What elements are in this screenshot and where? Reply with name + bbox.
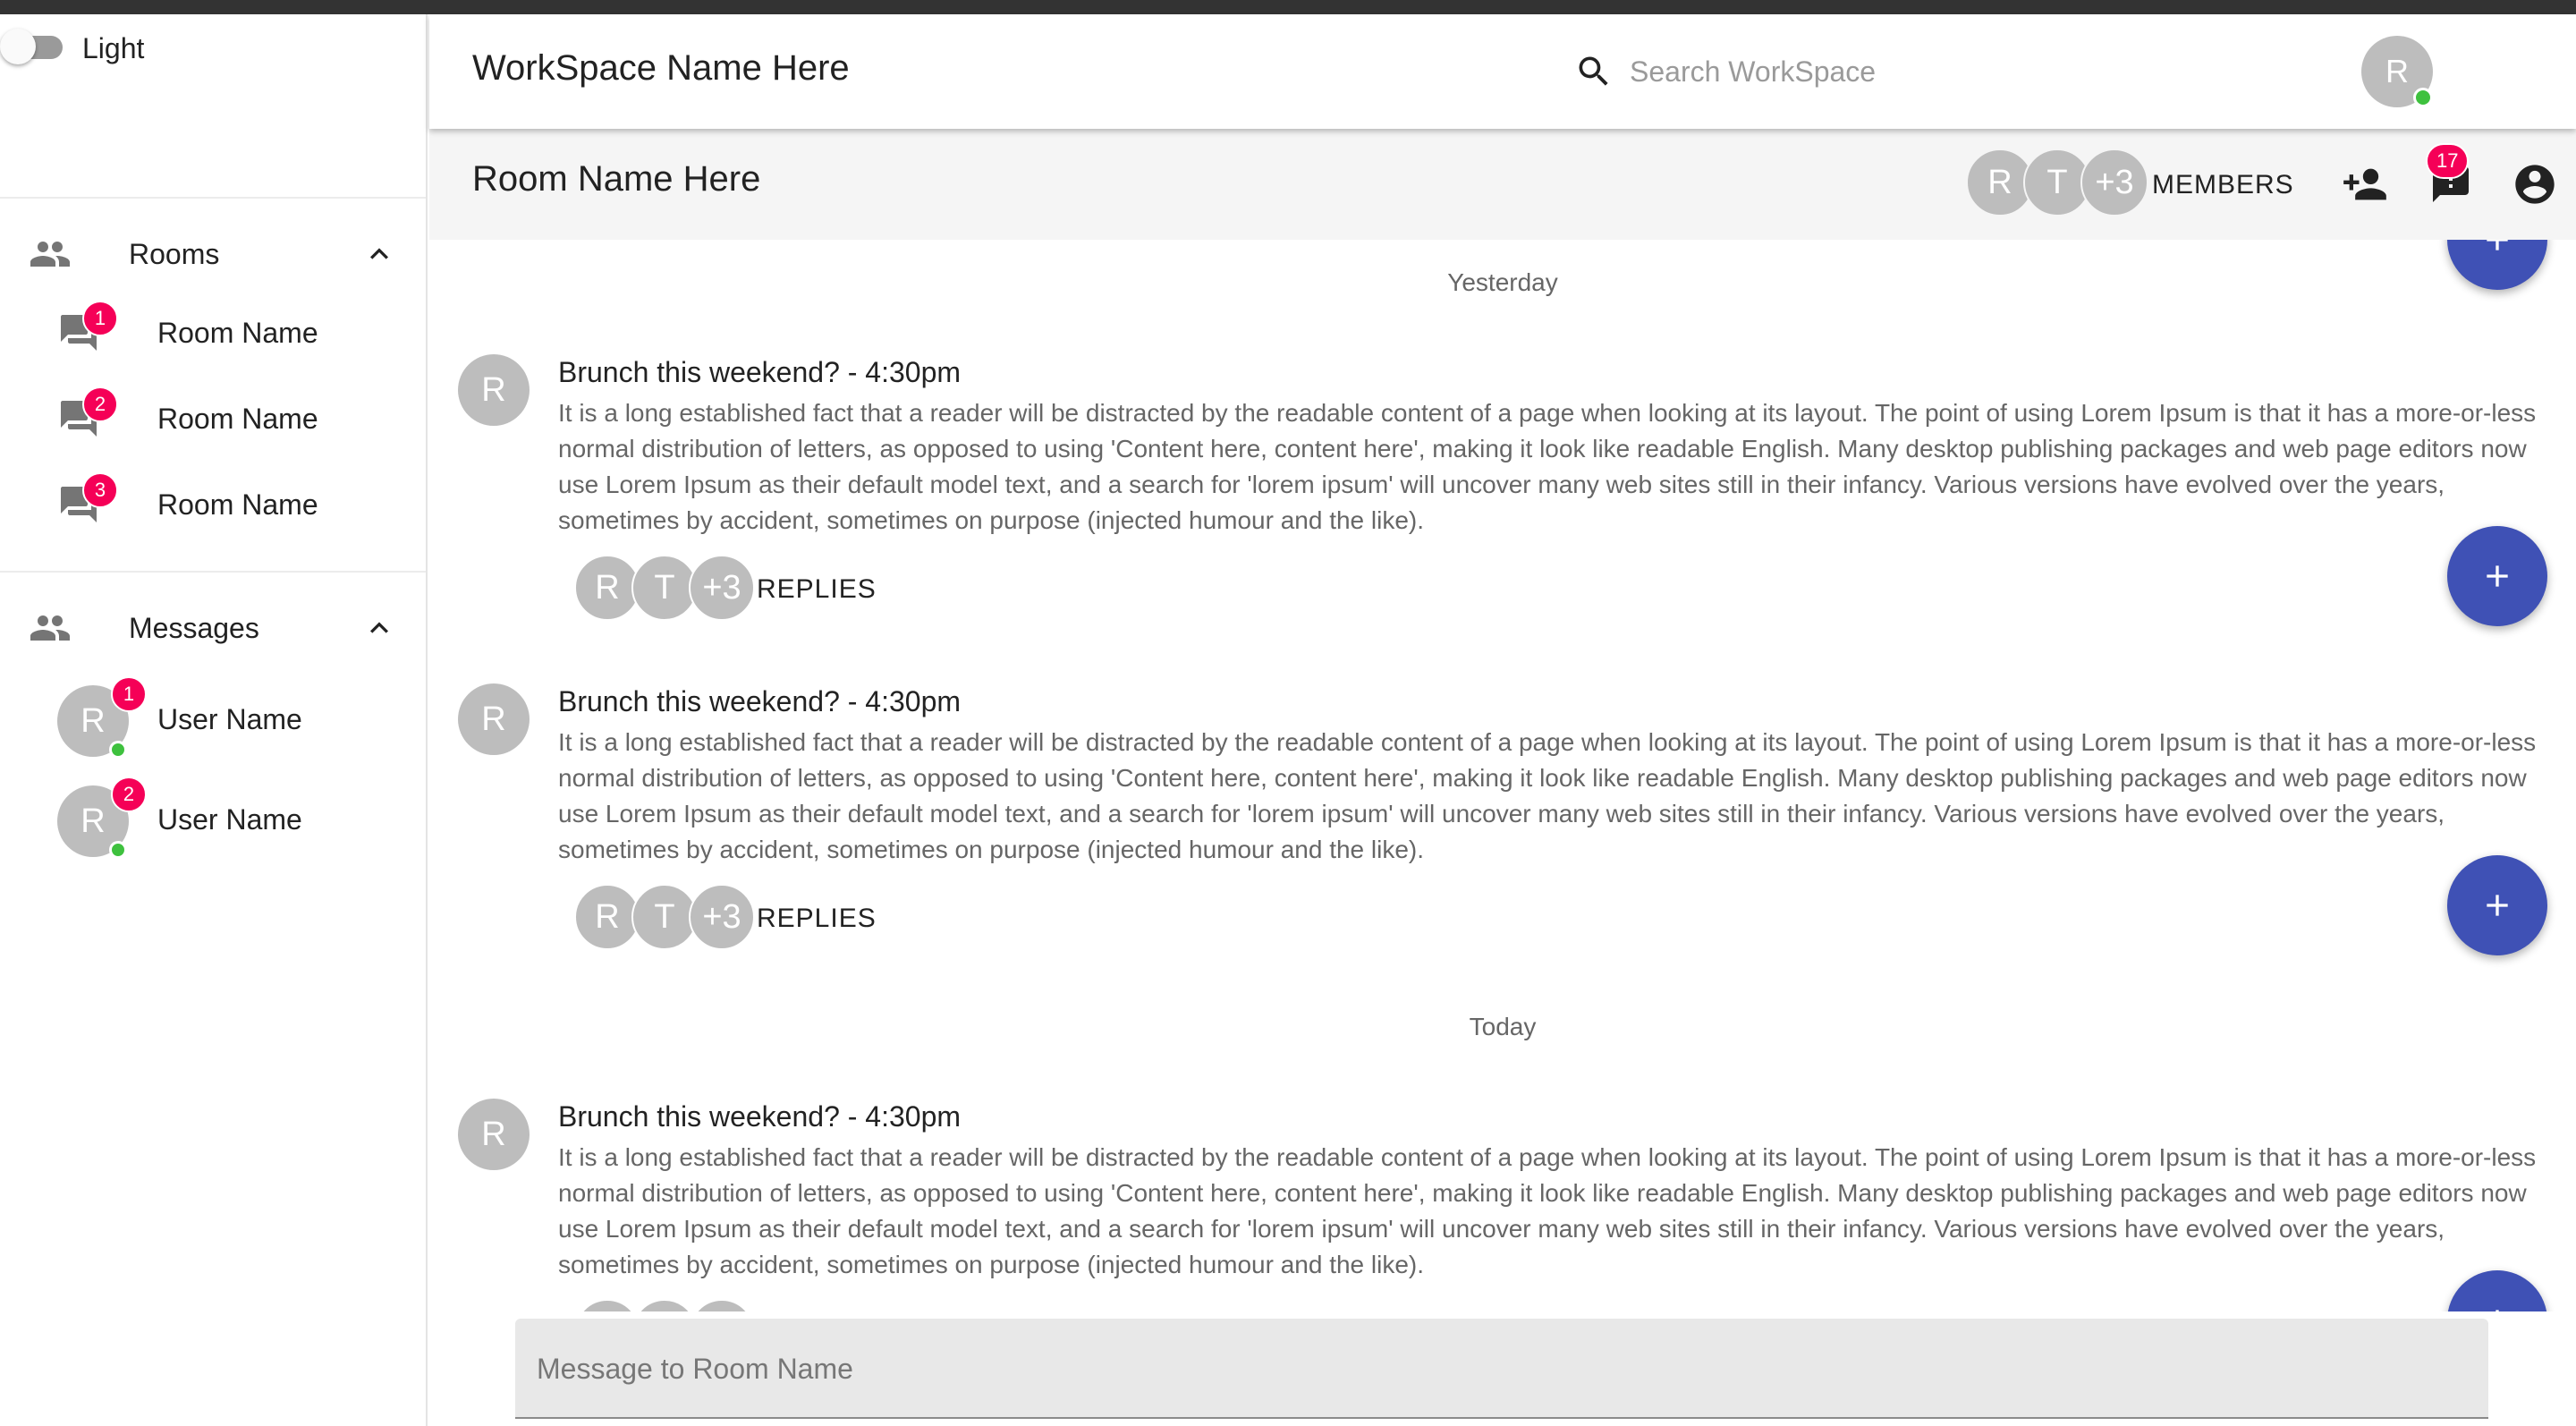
message-title: Brunch this weekend? - 4:30pm	[558, 356, 962, 388]
search-input[interactable]	[1630, 47, 2113, 97]
reply-avatar: R	[574, 884, 640, 950]
person-add-icon[interactable]	[2340, 159, 2390, 209]
sidebar-user-label: User Name	[157, 703, 302, 735]
sidebar-user-label: User Name	[157, 803, 302, 836]
replies-label: REPLIES	[757, 904, 877, 933]
replies-label: REPLIES	[757, 574, 877, 604]
chevron-up-icon[interactable]	[361, 610, 397, 646]
sidebar-user-item[interactable]: R 1 User Name	[0, 664, 426, 764]
chevron-up-icon[interactable]	[361, 236, 397, 272]
message-item: R Brunch this weekend? - 4:30pm It is a …	[429, 683, 2576, 970]
online-indicator	[109, 841, 127, 859]
avatar: R	[458, 683, 530, 755]
reply-avatar: T	[631, 884, 698, 950]
group-icon	[29, 236, 72, 272]
message-title: Brunch this weekend? - 4:30pm	[558, 685, 962, 717]
reply-overflow-avatar: +3	[689, 555, 755, 621]
message-list: Yesterday R Brunch this weekend? - 4:30p…	[429, 240, 2576, 1319]
message-title: Brunch this weekend? - 4:30pm	[558, 1100, 962, 1133]
date-divider: Today	[1469, 1013, 1537, 1040]
unread-badge: 2	[82, 386, 118, 422]
reply-avatar: T	[631, 555, 698, 621]
sidebar-room-label: Room Name	[157, 488, 318, 521]
messages-section-header[interactable]: Messages	[0, 592, 426, 664]
sidebar-divider	[0, 571, 426, 573]
composer	[429, 1311, 2576, 1426]
message-field[interactable]	[515, 1319, 2488, 1419]
messages-section-title: Messages	[129, 612, 259, 644]
unread-badge: 2	[111, 777, 147, 812]
message-item: R Brunch this weekend? - 4:30pm It is a …	[429, 1099, 2576, 1319]
member-overflow-avatar: +3	[2080, 149, 2148, 216]
add-icon[interactable]	[2447, 855, 2547, 955]
add-icon[interactable]	[2447, 526, 2547, 626]
sidebar-room-item[interactable]: 3 Room Name	[0, 462, 426, 547]
message-input[interactable]	[537, 1344, 2460, 1394]
date-divider: Yesterday	[1447, 268, 1558, 296]
sidebar: Light Rooms 1 Room Name 2 Room Name 3 Ro…	[0, 14, 428, 1426]
app-header: WorkSpace Name Here R	[429, 14, 2576, 129]
sidebar-divider	[0, 197, 426, 199]
replies-button[interactable]: R T +3 REPLIES	[574, 884, 932, 955]
room-title: Room Name Here	[472, 159, 761, 199]
window-top-strip	[0, 0, 2576, 14]
online-indicator	[109, 741, 127, 759]
avatar: R	[458, 1099, 530, 1170]
avatar: R	[458, 354, 530, 426]
rooms-section-header[interactable]: Rooms	[0, 218, 426, 290]
account-circle-icon[interactable]	[2510, 159, 2560, 209]
unread-badge: 3	[82, 472, 118, 508]
online-indicator	[2413, 88, 2433, 107]
message-body: It is a long established fact that a rea…	[558, 1143, 2537, 1278]
theme-toggle[interactable]: Light	[0, 14, 215, 79]
unread-badge: 1	[82, 301, 118, 336]
message-body: It is a long established fact that a rea…	[558, 728, 2537, 863]
sidebar-room-label: Room Name	[157, 403, 318, 435]
unread-badge: 1	[111, 676, 147, 712]
reply-avatar: R	[574, 555, 640, 621]
sidebar-user-item[interactable]: R 2 User Name	[0, 764, 426, 864]
room-bar: Room Name Here R T +3 MEMBERS	[429, 129, 2576, 240]
members-label[interactable]: MEMBERS	[2152, 170, 2294, 200]
sidebar-room-label: Room Name	[157, 317, 318, 349]
sidebar-room-item[interactable]: 2 Room Name	[0, 376, 426, 462]
group-icon	[29, 610, 72, 646]
alerts-count-badge: 17	[2426, 143, 2470, 179]
workspace-title: WorkSpace Name Here	[472, 48, 850, 88]
rooms-section-title: Rooms	[129, 238, 220, 270]
theme-switch-thumb[interactable]	[0, 29, 36, 64]
search-icon[interactable]	[1574, 52, 1614, 91]
theme-label: Light	[82, 32, 145, 64]
replies-button[interactable]: R T +3 REPLIES	[574, 555, 932, 626]
message-body: It is a long established fact that a rea…	[558, 399, 2537, 534]
reply-overflow-avatar: +3	[689, 884, 755, 950]
sidebar-room-item[interactable]: 1 Room Name	[0, 290, 426, 376]
message-item: R Brunch this weekend? - 4:30pm It is a …	[429, 354, 2576, 641]
